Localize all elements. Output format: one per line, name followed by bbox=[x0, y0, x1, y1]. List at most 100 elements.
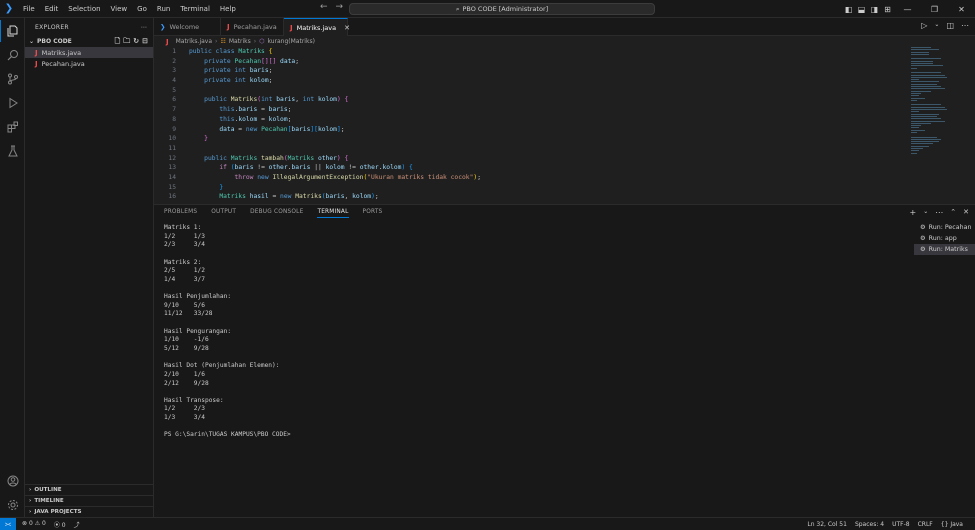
testing-icon[interactable] bbox=[0, 140, 25, 162]
menu-go[interactable]: Go bbox=[132, 0, 152, 18]
close-tab-icon[interactable]: ✕ bbox=[344, 24, 350, 32]
menu-selection[interactable]: Selection bbox=[63, 0, 105, 18]
toggle-secondary-sidebar-icon[interactable]: ◨ bbox=[868, 5, 881, 14]
minimize-icon[interactable]: — bbox=[894, 5, 921, 14]
file-item-matriks[interactable]: J Matriks.java bbox=[25, 47, 153, 58]
run-icon[interactable]: ▷ bbox=[921, 21, 927, 30]
remote-indicator-icon[interactable]: ⪥ bbox=[0, 518, 16, 530]
workspace-folder[interactable]: ⌄ PBO CODE 🗋 🗀 ↻ ⊟ bbox=[25, 36, 153, 47]
menu-help[interactable]: Help bbox=[215, 0, 241, 18]
terminal-output[interactable]: Matriks 1: 1/2 1/3 2/3 3/4 Matriks 2: 2/… bbox=[164, 224, 904, 440]
new-file-icon[interactable]: 🗋 bbox=[115, 37, 121, 48]
explorer-icon[interactable] bbox=[0, 20, 25, 42]
chevron-right-icon: › bbox=[29, 509, 32, 515]
tab-problems[interactable]: PROBLEMS bbox=[164, 209, 197, 218]
more-actions-icon[interactable]: ⋯ bbox=[935, 208, 943, 217]
toggle-panel-icon[interactable]: ⬓ bbox=[855, 5, 868, 14]
cursor-position[interactable]: Ln 32, Col 51 bbox=[807, 521, 847, 528]
explorer-sidebar: EXPLORER ⋯ ⌄ PBO CODE 🗋 🗀 ↻ ⊟ J Matriks.… bbox=[25, 18, 154, 517]
chevron-down-icon[interactable]: ⌄ bbox=[934, 21, 939, 30]
menu-file[interactable]: File bbox=[18, 0, 40, 18]
language-label: Java bbox=[950, 520, 963, 528]
customize-layout-icon[interactable]: ⊞ bbox=[881, 5, 894, 14]
back-arrow-icon[interactable]: ← bbox=[320, 2, 328, 12]
maximize-panel-icon[interactable]: ⌃ bbox=[950, 208, 956, 217]
terminal-line: 2/12 9/28 bbox=[164, 379, 209, 387]
line-number: 7 bbox=[172, 106, 176, 114]
run-debug-icon[interactable] bbox=[0, 92, 25, 114]
extensions-icon[interactable] bbox=[0, 116, 25, 138]
collapse-all-icon[interactable]: ⊟ bbox=[142, 37, 148, 48]
menu-edit[interactable]: Edit bbox=[40, 0, 64, 18]
menu-run[interactable]: Run bbox=[152, 0, 175, 18]
terminal-line: Hasil Pengurangan: bbox=[164, 327, 232, 335]
chevron-down-icon: ⌄ bbox=[29, 38, 35, 45]
terminal-run-matriks[interactable]: ⚙ Run: Matriks bbox=[914, 244, 975, 255]
ports-indicator[interactable]: ⦿ 0 bbox=[54, 520, 66, 529]
explorer-title: EXPLORER bbox=[35, 23, 69, 31]
end-of-line[interactable]: CRLF bbox=[918, 521, 933, 528]
terminal-line: 2/5 1/2 bbox=[164, 267, 205, 275]
code-line: public Matriks tambah(Matriks other) { bbox=[204, 154, 349, 162]
search-view-icon[interactable] bbox=[0, 44, 25, 66]
terminal-line: 1/2 2/3 bbox=[164, 405, 205, 413]
code-line: private int kolom; bbox=[204, 77, 273, 85]
more-actions-icon[interactable]: ⋯ bbox=[141, 24, 147, 31]
problems-indicator[interactable]: ⊗ 0 ⚠ 0 bbox=[22, 520, 46, 529]
panel-actions: + ⌄ ⋯ ⌃ ✕ bbox=[910, 208, 969, 217]
tab-pecahan[interactable]: J Pecahan.java bbox=[221, 18, 284, 36]
terminal-line: 1/3 3/4 bbox=[164, 414, 205, 422]
new-terminal-icon[interactable]: + bbox=[910, 208, 917, 217]
close-window-icon[interactable]: ✕ bbox=[948, 5, 975, 14]
code-line: Matriks hasil = new Matriks(baris, kolom… bbox=[219, 193, 379, 201]
terminal-line: 1/4 3/7 bbox=[164, 275, 205, 283]
title-bar: ❯ File Edit Selection View Go Run Termin… bbox=[0, 0, 975, 18]
terminal-run-pecahan[interactable]: ⚙ Run: Pecahan bbox=[914, 222, 975, 233]
class-icon: ☷ bbox=[220, 38, 226, 45]
restore-icon[interactable]: ❐ bbox=[921, 5, 948, 14]
terminal-line: Hasil Transpose: bbox=[164, 396, 224, 404]
tab-matriks[interactable]: J Matriks.java ✕ bbox=[284, 18, 350, 36]
tab-label: Pecahan.java bbox=[233, 23, 277, 31]
split-editor-icon[interactable]: ◫ bbox=[946, 21, 954, 30]
terminal-line: 1/10 -1/6 bbox=[164, 336, 209, 344]
settings-gear-icon[interactable] bbox=[0, 494, 25, 516]
menu-terminal[interactable]: Terminal bbox=[175, 0, 215, 18]
java-projects-section[interactable]: › JAVA PROJECTS bbox=[25, 506, 154, 517]
chevron-right-icon: › bbox=[29, 498, 32, 504]
more-actions-icon[interactable]: ⋯ bbox=[961, 21, 969, 30]
tab-welcome[interactable]: ❯ Welcome bbox=[154, 18, 221, 36]
terminal-line: 9/10 5/6 bbox=[164, 301, 205, 309]
source-control-icon[interactable] bbox=[0, 68, 25, 90]
line-number-gutter: 1 2 3 4 5 6 7 8 9 10 11 12 13 14 15 16 bbox=[154, 47, 176, 202]
live-share-icon[interactable]: ⤴ bbox=[74, 520, 80, 529]
terminal-list: ⚙ Run: Pecahan ⚙ Run: app ⚙ Run: Matriks bbox=[914, 222, 975, 255]
breadcrumb-class[interactable]: Matriks bbox=[229, 38, 251, 45]
tab-ports[interactable]: PORTS bbox=[363, 209, 383, 218]
indentation[interactable]: Spaces: 4 bbox=[855, 521, 884, 528]
tab-terminal[interactable]: TERMINAL bbox=[317, 209, 349, 218]
command-center[interactable]: ⌕ PBO CODE [Administrator] bbox=[349, 3, 655, 15]
tab-output[interactable]: OUTPUT bbox=[211, 209, 236, 218]
forward-arrow-icon[interactable]: → bbox=[336, 2, 344, 12]
new-folder-icon[interactable]: 🗀 bbox=[123, 37, 130, 48]
line-number: 6 bbox=[172, 96, 176, 104]
close-panel-icon[interactable]: ✕ bbox=[963, 208, 969, 217]
language-mode[interactable]: {} Java bbox=[941, 521, 963, 528]
timeline-section[interactable]: › TIMELINE bbox=[25, 495, 154, 506]
refresh-icon[interactable]: ↻ bbox=[133, 37, 139, 48]
terminal-run-app[interactable]: ⚙ Run: app bbox=[914, 233, 975, 244]
file-item-pecahan[interactable]: J Pecahan.java bbox=[25, 58, 153, 69]
encoding[interactable]: UTF-8 bbox=[892, 521, 910, 528]
minimap[interactable] bbox=[911, 47, 947, 177]
menu-view[interactable]: View bbox=[106, 0, 133, 18]
toggle-sidebar-icon[interactable]: ◧ bbox=[842, 5, 855, 14]
breadcrumb-file[interactable]: Matriks.java bbox=[176, 38, 212, 45]
outline-section[interactable]: › OUTLINE bbox=[25, 484, 154, 495]
accounts-icon[interactable] bbox=[0, 470, 25, 492]
code-editor[interactable]: 1 2 3 4 5 6 7 8 9 10 11 12 13 14 15 16 p… bbox=[154, 47, 975, 204]
tab-debug-console[interactable]: DEBUG CONSOLE bbox=[250, 209, 303, 218]
breadcrumb-method[interactable]: kurang(Matriks) bbox=[267, 38, 314, 45]
chevron-down-icon[interactable]: ⌄ bbox=[923, 208, 928, 217]
